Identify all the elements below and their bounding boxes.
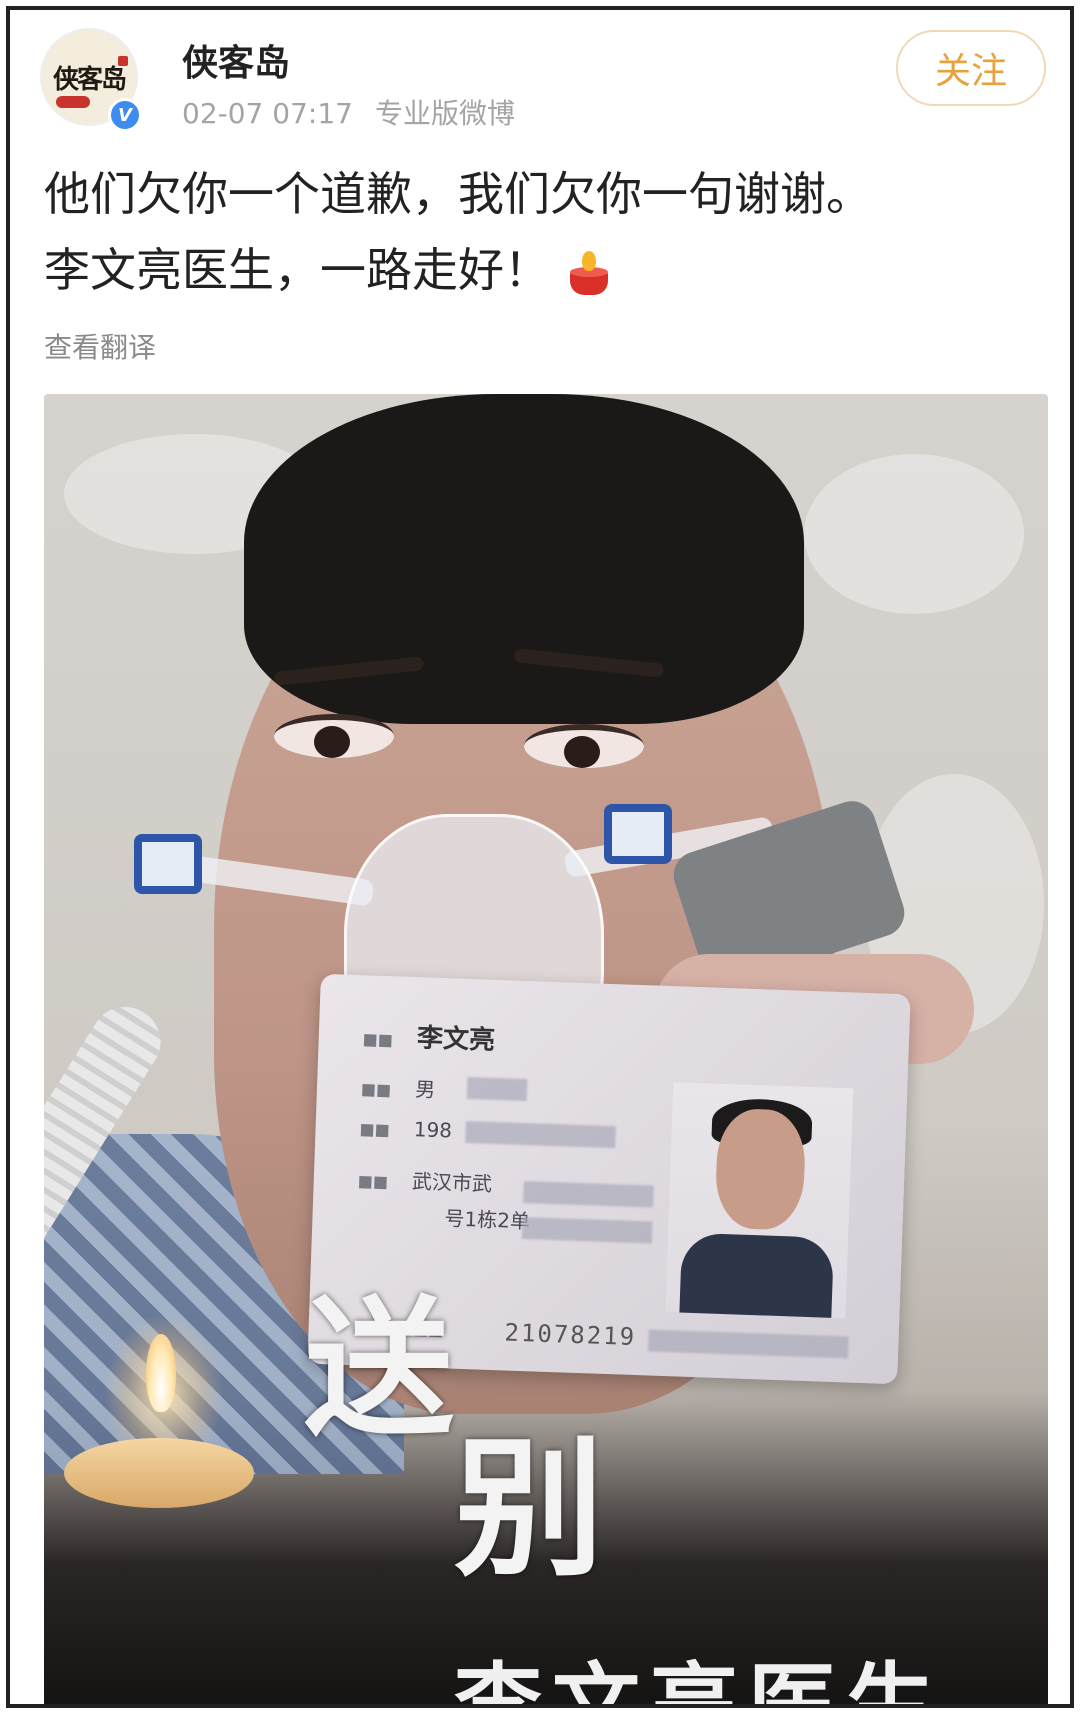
redaction-blur	[523, 1181, 654, 1208]
post-text-line-1: 他们欠你一个道歉，我们欠你一句谢谢。	[44, 167, 872, 221]
id-row-address: ■■ 武汉市武	[357, 1163, 492, 1197]
avatar-cloud-decoration	[56, 96, 90, 108]
id-address-value: 武汉市武	[411, 1169, 493, 1196]
id-label-sex: ■■	[360, 1079, 392, 1100]
candle-icon	[568, 250, 610, 297]
post-text-line-2: 李文亮医生，一路走好！	[44, 232, 1044, 308]
post-source: 专业版微博	[374, 97, 515, 130]
id-row-sex: ■■ 男	[361, 1071, 436, 1103]
memorial-candle-icon	[64, 1314, 264, 1514]
redaction-blur	[465, 1120, 616, 1149]
id-row-address-2: 号1栋2单	[444, 1202, 530, 1234]
strap-clip-right	[604, 804, 672, 864]
right-eye	[524, 724, 644, 768]
id-name-value: 李文亮	[416, 1023, 496, 1056]
id-row-birth: ■■ 198	[359, 1115, 452, 1142]
post-timestamp: 02-07 07:17	[182, 97, 353, 130]
id-birth-value: 198	[413, 1117, 453, 1143]
verified-mark: V	[118, 104, 132, 126]
avatar-logo-text: 侠客岛	[52, 64, 127, 95]
post-text: 他们欠你一个道歉，我们欠你一句谢谢。 李文亮医生，一路走好！	[44, 156, 1044, 308]
farewell-title: 送 别	[304, 1294, 614, 1584]
translate-link[interactable]: 查看翻译	[44, 326, 156, 366]
pillow-fold	[804, 454, 1024, 614]
id-card-photo	[665, 1082, 854, 1319]
farewell-line-2: 别	[454, 1421, 615, 1597]
post-meta: 02-07 07:17 专业版微博	[182, 92, 515, 132]
redaction-blur	[648, 1329, 849, 1359]
follow-button[interactable]: 关注	[896, 30, 1046, 106]
redaction-blur	[466, 1076, 528, 1102]
farewell-name: 李文亮医生	[454, 1652, 945, 1708]
redaction-blur	[521, 1217, 653, 1244]
account-name[interactable]: 侠客岛	[182, 34, 290, 86]
verified-badge-icon: V	[108, 98, 142, 132]
avatar-seal-decoration	[118, 56, 128, 66]
strap-clip-left	[134, 834, 202, 894]
post-image[interactable]: ■■ 李文亮 ■■ 男 ■■ 198 ■■ 武汉市武 号1栋2单 ■■■■■■ …	[44, 394, 1048, 1708]
id-label-name: ■■	[362, 1029, 394, 1050]
id-label-address: ■■	[357, 1171, 389, 1192]
id-label-birth: ■■	[359, 1119, 391, 1140]
id-sex-value: 男	[414, 1077, 436, 1102]
id-address-line2-value: 号1栋2单	[444, 1206, 531, 1234]
post-text-line-2-content: 李文亮医生，一路走好！	[44, 243, 550, 297]
id-row-name: ■■ 李文亮	[362, 1015, 495, 1057]
weibo-post-card: 侠客岛 V 侠客岛 02-07 07:17 专业版微博 关注 他们欠你一个道歉，我…	[6, 6, 1074, 1708]
farewell-line-1: 送	[304, 1281, 465, 1457]
left-eye	[274, 714, 394, 758]
